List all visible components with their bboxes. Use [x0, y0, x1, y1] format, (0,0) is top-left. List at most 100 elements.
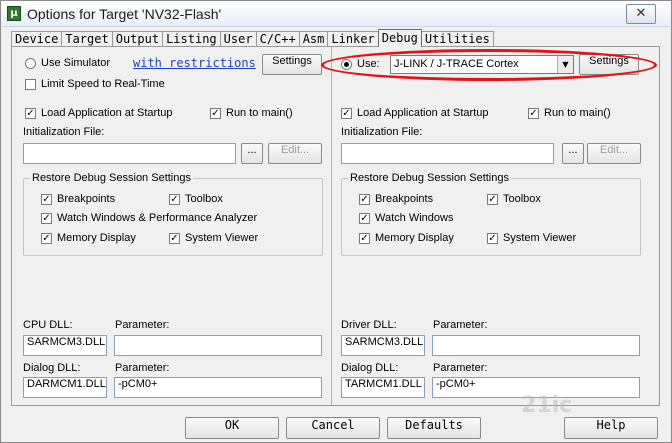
cpu-param-label: Parameter: [115, 319, 170, 331]
use-debugger-radio[interactable] [341, 59, 352, 70]
left-system-viewer-label: System Viewer [185, 232, 259, 244]
checkmark-icon: ✓ [211, 108, 220, 119]
driver-dll-input[interactable]: SARMCM3.DLL [341, 335, 425, 356]
checkmark-icon: ✓ [529, 108, 538, 119]
right-dialog-dll-label: Dialog DLL: [341, 362, 399, 374]
simulator-settings-button[interactable]: Settings [262, 54, 322, 75]
cpu-dll-label: CPU DLL: [23, 319, 73, 331]
checkmark-icon: ✓ [360, 213, 369, 224]
right-run-to-main-checkbox[interactable]: ✓ [528, 108, 539, 119]
tab-target[interactable]: Target [61, 31, 113, 47]
checkmark-icon: ✓ [488, 194, 497, 205]
left-load-app-label: Load Application at Startup [41, 107, 173, 119]
left-memory-display-checkbox[interactable]: ✓ [41, 233, 52, 244]
limit-speed-checkbox[interactable] [25, 79, 36, 90]
panel-divider [331, 47, 332, 405]
tab-c-c-[interactable]: C/C++ [255, 31, 300, 47]
left-breakpoints-label: Breakpoints [57, 193, 116, 205]
cpu-param-input[interactable] [114, 335, 322, 356]
right-toolbox-label: Toolbox [503, 193, 541, 205]
tab-user[interactable]: User [219, 31, 257, 47]
chevron-down-icon[interactable]: ▼ [557, 56, 573, 73]
tab-listing[interactable]: Listing [162, 31, 221, 47]
with-restrictions-link[interactable]: with restrictions [133, 56, 256, 70]
right-browse-button[interactable]: ... [562, 143, 584, 164]
right-init-file-label: Initialization File: [341, 126, 423, 138]
checkmark-icon: ✓ [42, 213, 51, 224]
left-dialog-param-input[interactable]: -pCM0+ [114, 377, 322, 398]
checkmark-icon: ✓ [26, 108, 35, 119]
left-dialog-dll-label: Dialog DLL: [23, 362, 81, 374]
use-debugger-label: Use: [357, 58, 380, 70]
title-bar: µ Options for Target 'NV32-Flash' ✕ [1, 1, 671, 27]
left-init-file-label: Initialization File: [23, 126, 105, 138]
checkmark-icon: ✓ [42, 194, 51, 205]
checkmark-icon: ✓ [170, 233, 179, 244]
left-memory-display-label: Memory Display [57, 232, 136, 244]
options-dialog: µ Options for Target 'NV32-Flash' ✕ Devi… [0, 0, 672, 443]
left-load-app-checkbox[interactable]: ✓ [25, 108, 36, 119]
left-watch-windows-label: Watch Windows & Performance Analyzer [57, 212, 258, 224]
right-init-file-input[interactable] [341, 143, 554, 164]
tab-output[interactable]: Output [111, 31, 164, 47]
right-watch-windows-checkbox[interactable]: ✓ [359, 213, 370, 224]
left-init-file-input[interactable] [23, 143, 236, 164]
cancel-button[interactable]: Cancel [286, 417, 380, 439]
left-breakpoints-checkbox[interactable]: ✓ [41, 194, 52, 205]
tab-asm[interactable]: Asm [298, 31, 329, 47]
checkmark-icon: ✓ [360, 233, 369, 244]
driver-param-input[interactable] [432, 335, 640, 356]
tab-strip: Device Target Output Listing User C/C++ Asm Lin… [11, 29, 494, 47]
left-edit-button[interactable]: Edit... [268, 143, 322, 164]
defaults-button[interactable]: Defaults [387, 417, 481, 439]
left-toolbox-checkbox[interactable]: ✓ [169, 194, 180, 205]
close-button[interactable]: ✕ [626, 4, 656, 24]
site-watermark: 21ic [521, 393, 573, 418]
right-breakpoints-checkbox[interactable]: ✓ [359, 194, 370, 205]
left-restore-group-title: Restore Debug Session Settings [30, 172, 193, 184]
debugger-settings-button[interactable]: Settings [579, 54, 639, 75]
left-run-to-main-label: Run to main() [226, 107, 293, 119]
right-memory-display-label: Memory Display [375, 232, 454, 244]
checkmark-icon: ✓ [342, 108, 351, 119]
right-toolbox-checkbox[interactable]: ✓ [487, 194, 498, 205]
left-system-viewer-checkbox[interactable]: ✓ [169, 233, 180, 244]
right-edit-button[interactable]: Edit... [587, 143, 641, 164]
checkmark-icon: ✓ [170, 194, 179, 205]
right-watch-windows-label: Watch Windows [375, 212, 454, 224]
debugger-select[interactable]: J-LINK / J-TRACE Cortex ▼ [390, 55, 574, 74]
checkmark-icon: ✓ [360, 194, 369, 205]
right-dialog-param-label: Parameter: [433, 362, 488, 374]
right-load-app-checkbox[interactable]: ✓ [341, 108, 352, 119]
right-system-viewer-label: System Viewer [503, 232, 577, 244]
window-title: Options for Target 'NV32-Flash' [27, 6, 222, 22]
left-run-to-main-checkbox[interactable]: ✓ [210, 108, 221, 119]
driver-param-label: Parameter: [433, 319, 488, 331]
tab-linker[interactable]: Linker [327, 31, 379, 47]
tab-device[interactable]: Device [11, 31, 63, 47]
checkmark-icon: ✓ [488, 233, 497, 244]
right-system-viewer-checkbox[interactable]: ✓ [487, 233, 498, 244]
help-button[interactable]: Help [564, 417, 658, 439]
left-dialog-dll-input[interactable]: DARMCM1.DLL [23, 377, 107, 398]
left-toolbox-label: Toolbox [185, 193, 223, 205]
left-browse-button[interactable]: ... [241, 143, 263, 164]
close-icon: ✕ [635, 6, 647, 21]
cpu-dll-input[interactable]: SARMCM3.DLL [23, 335, 107, 356]
right-breakpoints-label: Breakpoints [375, 193, 434, 205]
debugger-select-value: J-LINK / J-TRACE Cortex [394, 58, 519, 70]
ok-button[interactable]: OK [185, 417, 279, 439]
tab-debug[interactable]: Debug [377, 29, 422, 47]
right-load-app-label: Load Application at Startup [357, 107, 489, 119]
right-memory-display-checkbox[interactable]: ✓ [359, 233, 370, 244]
keil-app-icon: µ [7, 6, 21, 21]
use-simulator-radio[interactable] [25, 58, 36, 69]
limit-speed-label: Limit Speed to Real-Time [41, 78, 165, 90]
right-run-to-main-label: Run to main() [544, 107, 611, 119]
use-simulator-label: Use Simulator [41, 57, 111, 69]
tab-utilities[interactable]: Utilities [420, 31, 494, 47]
left-watch-windows-checkbox[interactable]: ✓ [41, 213, 52, 224]
right-dialog-dll-input[interactable]: TARMCM1.DLL [341, 377, 425, 398]
right-restore-group-title: Restore Debug Session Settings [348, 172, 511, 184]
checkmark-icon: ✓ [42, 233, 51, 244]
